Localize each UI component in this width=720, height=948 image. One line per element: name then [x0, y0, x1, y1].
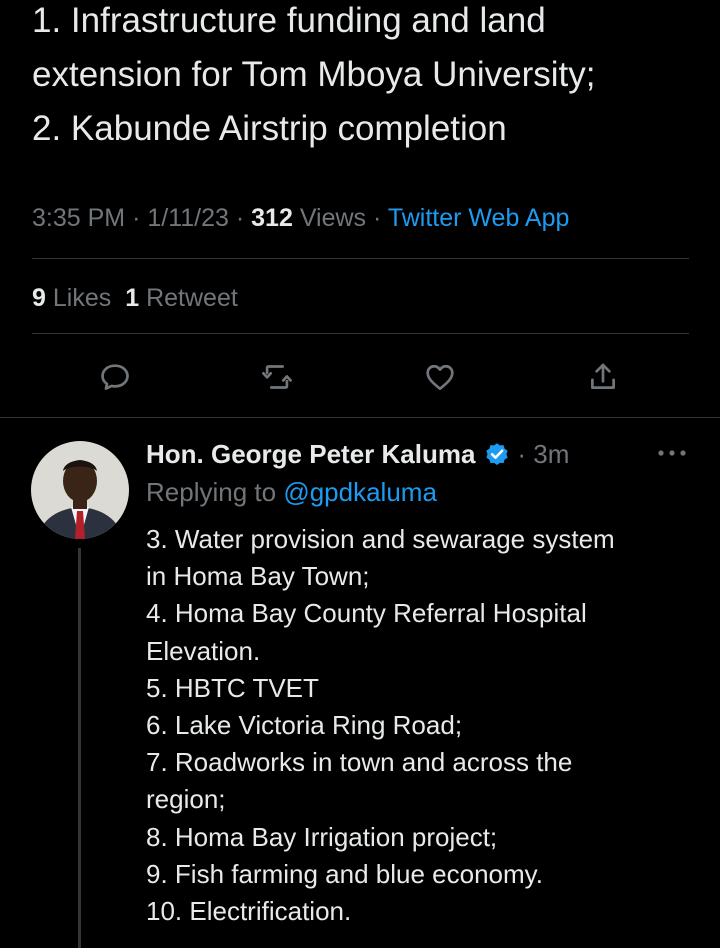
like-icon [426, 364, 454, 391]
reply-line: 4. Homa Bay County Referral Hospital [146, 598, 587, 629]
views-count: 312 [251, 204, 293, 232]
thread-line [78, 548, 81, 948]
views-label: Views [299, 204, 367, 232]
avatar[interactable] [31, 441, 129, 539]
replying-handle[interactable]: @gpdkaluma [283, 477, 437, 507]
retweets-count: 1 [125, 284, 140, 312]
avatar-photo [31, 441, 129, 539]
reply-time[interactable]: · 3m [517, 436, 569, 472]
likes-stat[interactable]: 9 Likes [32, 284, 111, 312]
reply-text: 3. Water provision and sewarage system i… [146, 521, 706, 930]
reply-line: 10. Electrification. [146, 896, 352, 927]
reply-line: 8. Homa Bay Irrigation project; [146, 821, 498, 852]
retweet-button[interactable] [257, 357, 297, 397]
tweet-date[interactable]: 1/11/23 [147, 204, 229, 232]
retweets-stat[interactable]: 1 Retweet [125, 284, 238, 312]
divider [32, 333, 689, 334]
tweet-meta: 3:35 PM · 1/11/23 · 312 Views · Twitter … [32, 200, 569, 236]
tweet-line: extension for Tom Mboya University; [32, 55, 596, 94]
likes-count: 9 [32, 284, 46, 312]
source-link[interactable]: Twitter Web App [388, 204, 570, 232]
tweet-line: 1. Infrastructure funding and land [32, 1, 546, 40]
like-button[interactable] [420, 357, 460, 397]
retweet-icon [262, 365, 292, 389]
replying-prefix: Replying to [146, 477, 277, 507]
divider [32, 258, 689, 259]
share-button[interactable] [583, 357, 623, 397]
reply-line: 5. HBTC TVET [146, 672, 319, 703]
tweet-time[interactable]: 3:35 PM [32, 204, 125, 232]
reply-header: Hon. George Peter Kaluma · 3m [146, 436, 569, 472]
replying-to: Replying to @gpdkaluma [146, 474, 437, 510]
reply-line: in Homa Bay Town; [146, 561, 370, 592]
tweet-stats: 9 Likes 1 Retweet [32, 280, 238, 316]
reply-line: 7. Roadworks in town and across the [146, 747, 573, 778]
tweet-text: 1. Infrastructure funding and land exten… [32, 0, 702, 156]
tweet-line: 2. Kabunde Airstrip completion [32, 109, 507, 148]
divider [0, 417, 720, 418]
meta-separator: · [373, 204, 382, 232]
verified-badge-icon [486, 443, 509, 465]
reply-line: 3. Water provision and sewarage system [146, 524, 615, 554]
retweets-label: Retweet [146, 284, 238, 312]
reply-line: Elevation. [146, 635, 261, 666]
meta-separator: · [132, 204, 141, 232]
reply-line: region; [146, 784, 226, 815]
reply-line: 9. Fish farming and blue economy. [146, 858, 543, 889]
author-name[interactable]: Hon. George Peter Kaluma [146, 436, 475, 472]
reply-line: 6. Lake Victoria Ring Road; [146, 710, 463, 741]
more-options-icon[interactable] [655, 442, 689, 464]
reply-button[interactable] [95, 357, 135, 397]
share-icon [591, 363, 615, 389]
reply-icon [101, 364, 129, 390]
likes-label: Likes [52, 284, 112, 312]
meta-separator: · [235, 204, 245, 232]
